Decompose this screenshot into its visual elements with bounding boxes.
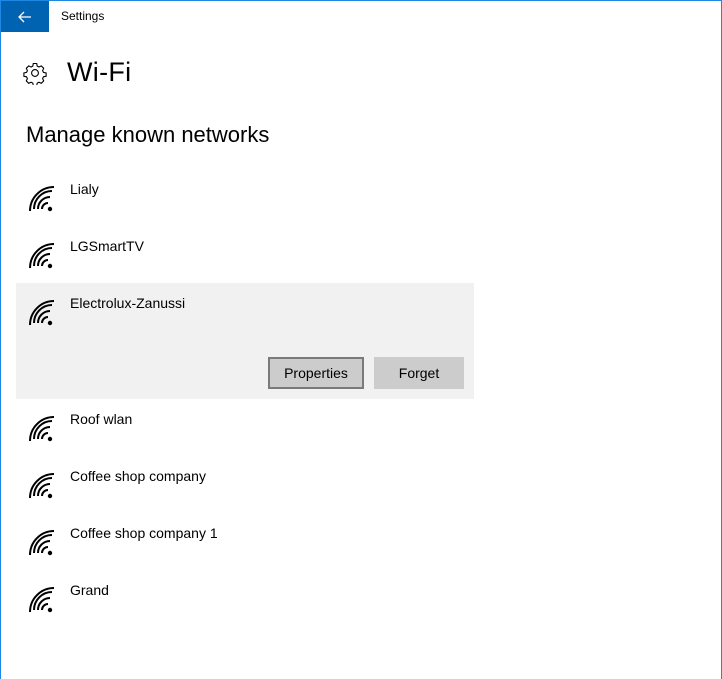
wifi-signal-icon [29, 186, 55, 212]
known-networks-list: Lialy LGSmartTV Electrolux-Zanussi Prope… [16, 169, 474, 627]
page-title: Wi-Fi [67, 57, 132, 87]
wifi-signal-icon [29, 300, 55, 326]
page-header: Wi-Fi [23, 57, 131, 88]
network-item-roof-wlan[interactable]: Roof wlan [16, 399, 474, 456]
title-bar: Settings [1, 1, 721, 32]
network-name: Coffee shop company 1 [70, 525, 218, 541]
network-name: Electrolux-Zanussi [70, 295, 186, 311]
wifi-signal-icon [29, 587, 55, 613]
window-title: Settings [61, 9, 105, 23]
network-item-grand[interactable]: Grand [16, 570, 474, 627]
settings-window: Settings Wi-Fi Manage known networks Lia [0, 0, 722, 679]
properties-button[interactable]: Properties [268, 357, 364, 389]
network-item-electrolux-zanussi[interactable]: Electrolux-Zanussi Properties Forget [16, 283, 474, 399]
network-name: Coffee shop company [70, 468, 206, 484]
network-name: Lialy [70, 181, 99, 197]
network-name: LGSmartTV [70, 238, 144, 254]
section-title: Manage known networks [26, 122, 270, 147]
network-item-coffee-shop-company[interactable]: Coffee shop company [16, 456, 474, 513]
network-item-coffee-shop-company-1[interactable]: Coffee shop company 1 [16, 513, 474, 570]
network-name: Roof wlan [70, 411, 133, 427]
wifi-signal-icon [29, 530, 55, 556]
network-actions: Properties Forget [268, 357, 464, 389]
wifi-signal-icon [29, 243, 55, 269]
network-name: Grand [70, 582, 109, 598]
wifi-signal-icon [29, 416, 55, 442]
network-item-lialy[interactable]: Lialy [16, 169, 474, 226]
wifi-signal-icon [29, 473, 55, 499]
network-item-lgsmarttv[interactable]: LGSmartTV [16, 226, 474, 283]
back-button[interactable] [1, 1, 49, 32]
forget-button[interactable]: Forget [374, 357, 464, 389]
back-arrow-icon [18, 11, 31, 22]
gear-icon [23, 62, 47, 85]
